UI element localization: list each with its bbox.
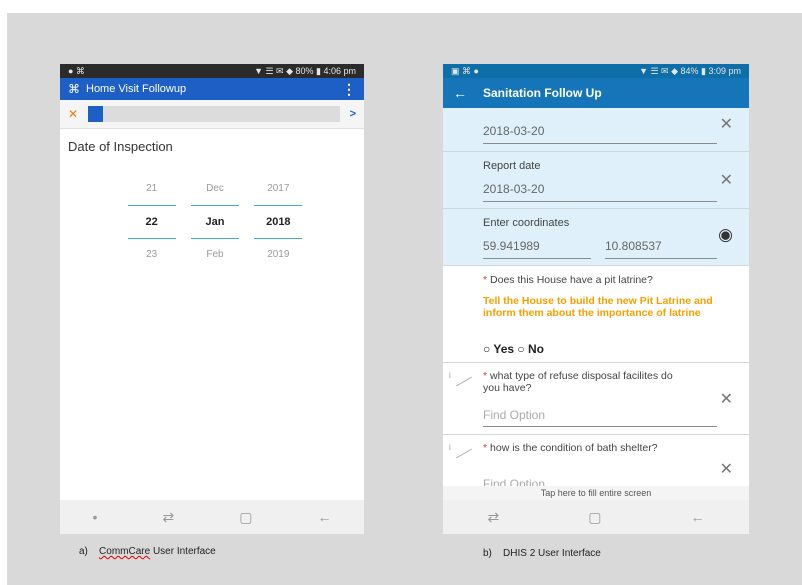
home-icon[interactable]: ▢ — [239, 509, 252, 526]
commcare-phone-screen: ● ⌘ ▼ ☰ ✉ ◆ 80% ▮ 4:06 pm ⌘ Home Visit F… — [60, 64, 364, 534]
caption-b: b) DHIS 2 User Interface — [483, 548, 601, 559]
date-picker[interactable]: 21 Dec 2017 22 Jan 2018 23 Feb 2019 — [120, 172, 310, 271]
progress-bar — [88, 106, 340, 122]
system-nav-bar: • ⇄ ▢ ← — [60, 500, 364, 534]
picker-month[interactable]: Dec — [183, 183, 246, 194]
input-underline — [483, 143, 717, 144]
warning-message: Tell the House to build the new Pit Latr… — [483, 295, 713, 319]
longitude-underline — [605, 258, 717, 259]
fill-screen-hint[interactable]: Tap here to fill entire screen — [443, 486, 749, 500]
caption-a-rest: User Interface — [152, 546, 216, 557]
selection-line — [254, 205, 302, 206]
eye-icon[interactable]: ◉ — [718, 225, 733, 245]
required-star: * — [483, 274, 488, 286]
question-text: what type of refuse disposal facilites d… — [483, 370, 673, 394]
dot-icon: • — [92, 509, 98, 525]
clear-icon[interactable]: ✕ — [720, 459, 733, 479]
info-icon: i — [449, 443, 451, 452]
refuse-disposal-question: i * what type of refuse disposal facilit… — [443, 363, 749, 435]
progress-row: ✕ > — [60, 100, 364, 129]
app-bar: ← Sanitation Follow Up — [443, 78, 749, 108]
app-bar: ⌘ Home Visit Followup ⋮ — [60, 78, 364, 100]
input-underline — [483, 201, 717, 202]
picker-month[interactable]: Jan — [183, 216, 246, 228]
clear-icon[interactable]: ✕ — [720, 389, 733, 409]
latitude-underline — [483, 258, 591, 259]
status-left-icons: ● ⌘ — [68, 65, 85, 76]
clear-icon[interactable]: ✕ — [720, 114, 733, 134]
selection-line — [191, 238, 239, 239]
coordinates-label: Enter coordinates — [483, 217, 570, 229]
report-date-field[interactable]: Report date 2018-03-20 ✕ — [443, 152, 749, 209]
dhis2-phone-screen: ▣ ⌘ ● ▼ ☰ ✉ ◆ 84% ▮ 3:09 pm ← Sanitation… — [443, 64, 749, 534]
caption-a-label: a) — [79, 546, 88, 557]
picker-year[interactable]: 2019 — [247, 249, 310, 260]
picker-year[interactable]: 2018 — [247, 216, 310, 228]
picker-day[interactable]: 23 — [120, 249, 183, 260]
picker-year[interactable]: 2017 — [247, 183, 310, 194]
recent-apps-icon[interactable]: ⇄ — [162, 509, 174, 526]
question-label: Date of Inspection — [68, 139, 173, 154]
longitude-value[interactable]: 10.808537 — [605, 239, 662, 253]
picker-day[interactable]: 22 — [120, 216, 183, 228]
info-icon: i — [449, 371, 451, 380]
question-label: * what type of refuse disposal facilites… — [483, 370, 683, 394]
back-icon[interactable]: ← — [317, 509, 331, 525]
recent-apps-icon[interactable]: ⇄ — [488, 509, 500, 526]
required-star: * — [483, 442, 488, 454]
report-date-value[interactable]: 2018-03-20 — [483, 182, 544, 196]
caption-b-text: DHIS 2 User Interface — [503, 548, 601, 559]
system-nav-bar: ⇄ ▢ ← — [443, 500, 749, 534]
input-underline — [483, 426, 717, 427]
caption-a: a) CommCare User Interface — [79, 546, 216, 557]
caption-a-commcare: CommCare — [99, 546, 151, 557]
yes-no-radios[interactable]: ○ Yes ○ No — [483, 342, 544, 356]
status-bar: ● ⌘ ▼ ☰ ✉ ◆ 80% ▮ 4:06 pm — [60, 64, 364, 78]
picker-month[interactable]: Feb — [183, 249, 246, 260]
next-icon[interactable]: > — [350, 108, 356, 120]
back-icon[interactable]: ← — [690, 509, 704, 525]
caption-b-label: b) — [483, 548, 492, 559]
progress-fill — [88, 106, 104, 122]
find-option-input[interactable]: Find Option — [483, 408, 545, 422]
pit-latrine-question: * Does this House have a pit latrine? Te… — [443, 266, 749, 363]
picker-row-selected[interactable]: 22 Jan 2018 — [120, 205, 310, 238]
edit-slash-icon — [455, 448, 473, 459]
date-field[interactable]: 2018-03-20 ✕ — [443, 108, 749, 152]
home-icon[interactable]: ▢ — [588, 509, 601, 526]
app-title: Home Visit Followup — [86, 83, 187, 95]
picker-row-next[interactable]: 23 Feb 2019 — [120, 238, 310, 271]
back-arrow-icon[interactable]: ← — [453, 85, 467, 101]
status-right-info: ▼ ☰ ✉ ◆ 80% ▮ 4:06 pm — [254, 65, 356, 76]
fill-screen-text[interactable]: Tap here to fill entire screen — [541, 488, 652, 498]
app-title: Sanitation Follow Up — [483, 86, 602, 100]
close-icon[interactable]: ✕ — [68, 107, 78, 121]
question-text: how is the condition of bath shelter? — [490, 442, 658, 454]
edit-slash-icon — [455, 376, 473, 387]
selection-line — [191, 205, 239, 206]
status-left-icons: ▣ ⌘ ● — [451, 65, 479, 76]
date-value[interactable]: 2018-03-20 — [483, 124, 544, 138]
report-date-label: Report date — [483, 160, 541, 172]
bath-shelter-question: i * how is the condition of bath shelter… — [443, 435, 749, 491]
question-text: Does this House have a pit latrine? — [490, 274, 653, 286]
selection-line — [128, 238, 176, 239]
selection-line — [128, 205, 176, 206]
question-label: * Does this House have a pit latrine? — [483, 274, 653, 286]
status-bar: ▣ ⌘ ● ▼ ☰ ✉ ◆ 84% ▮ 3:09 pm — [443, 64, 749, 78]
required-star: * — [483, 370, 488, 382]
overflow-menu-icon[interactable]: ⋮ — [342, 81, 356, 98]
clear-icon[interactable]: ✕ — [720, 170, 733, 190]
form-icon: ⌘ — [68, 82, 80, 96]
selection-line — [254, 238, 302, 239]
status-right-info: ▼ ☰ ✉ ◆ 84% ▮ 3:09 pm — [639, 65, 741, 76]
latitude-value[interactable]: 59.941989 — [483, 239, 540, 253]
picker-day[interactable]: 21 — [120, 183, 183, 194]
coordinates-field[interactable]: Enter coordinates 59.941989 10.808537 ◉ — [443, 209, 749, 266]
question-label: * how is the condition of bath shelter? — [483, 442, 683, 454]
picker-row-prev[interactable]: 21 Dec 2017 — [120, 172, 310, 205]
